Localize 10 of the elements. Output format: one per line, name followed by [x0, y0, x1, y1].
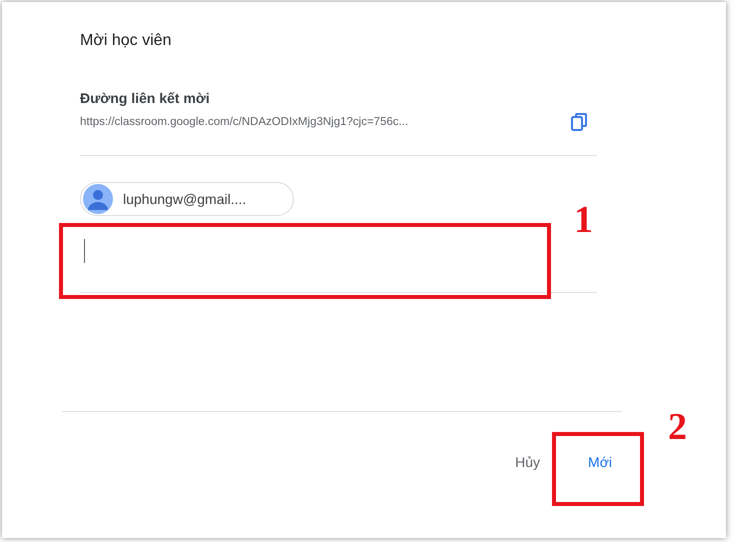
invite-link-url: https://classroom.google.com/c/NDAzODIxMjg3Njg1?cjc=756c... — [80, 116, 408, 128]
annotation-number: 2 — [668, 407, 687, 447]
section-label: Đường liên kết mời — [80, 89, 211, 107]
avatar-icon — [83, 184, 113, 214]
dialog-title: Mời học viên — [80, 31, 172, 51]
invite-button[interactable]: Mới — [586, 446, 614, 478]
recipient-chip[interactable]: luphungw@gmail.... — [80, 182, 294, 216]
copy-icon[interactable] — [571, 113, 587, 131]
cancel-button[interactable]: Hủy — [513, 446, 542, 478]
annotation-number: 1 — [574, 200, 593, 240]
